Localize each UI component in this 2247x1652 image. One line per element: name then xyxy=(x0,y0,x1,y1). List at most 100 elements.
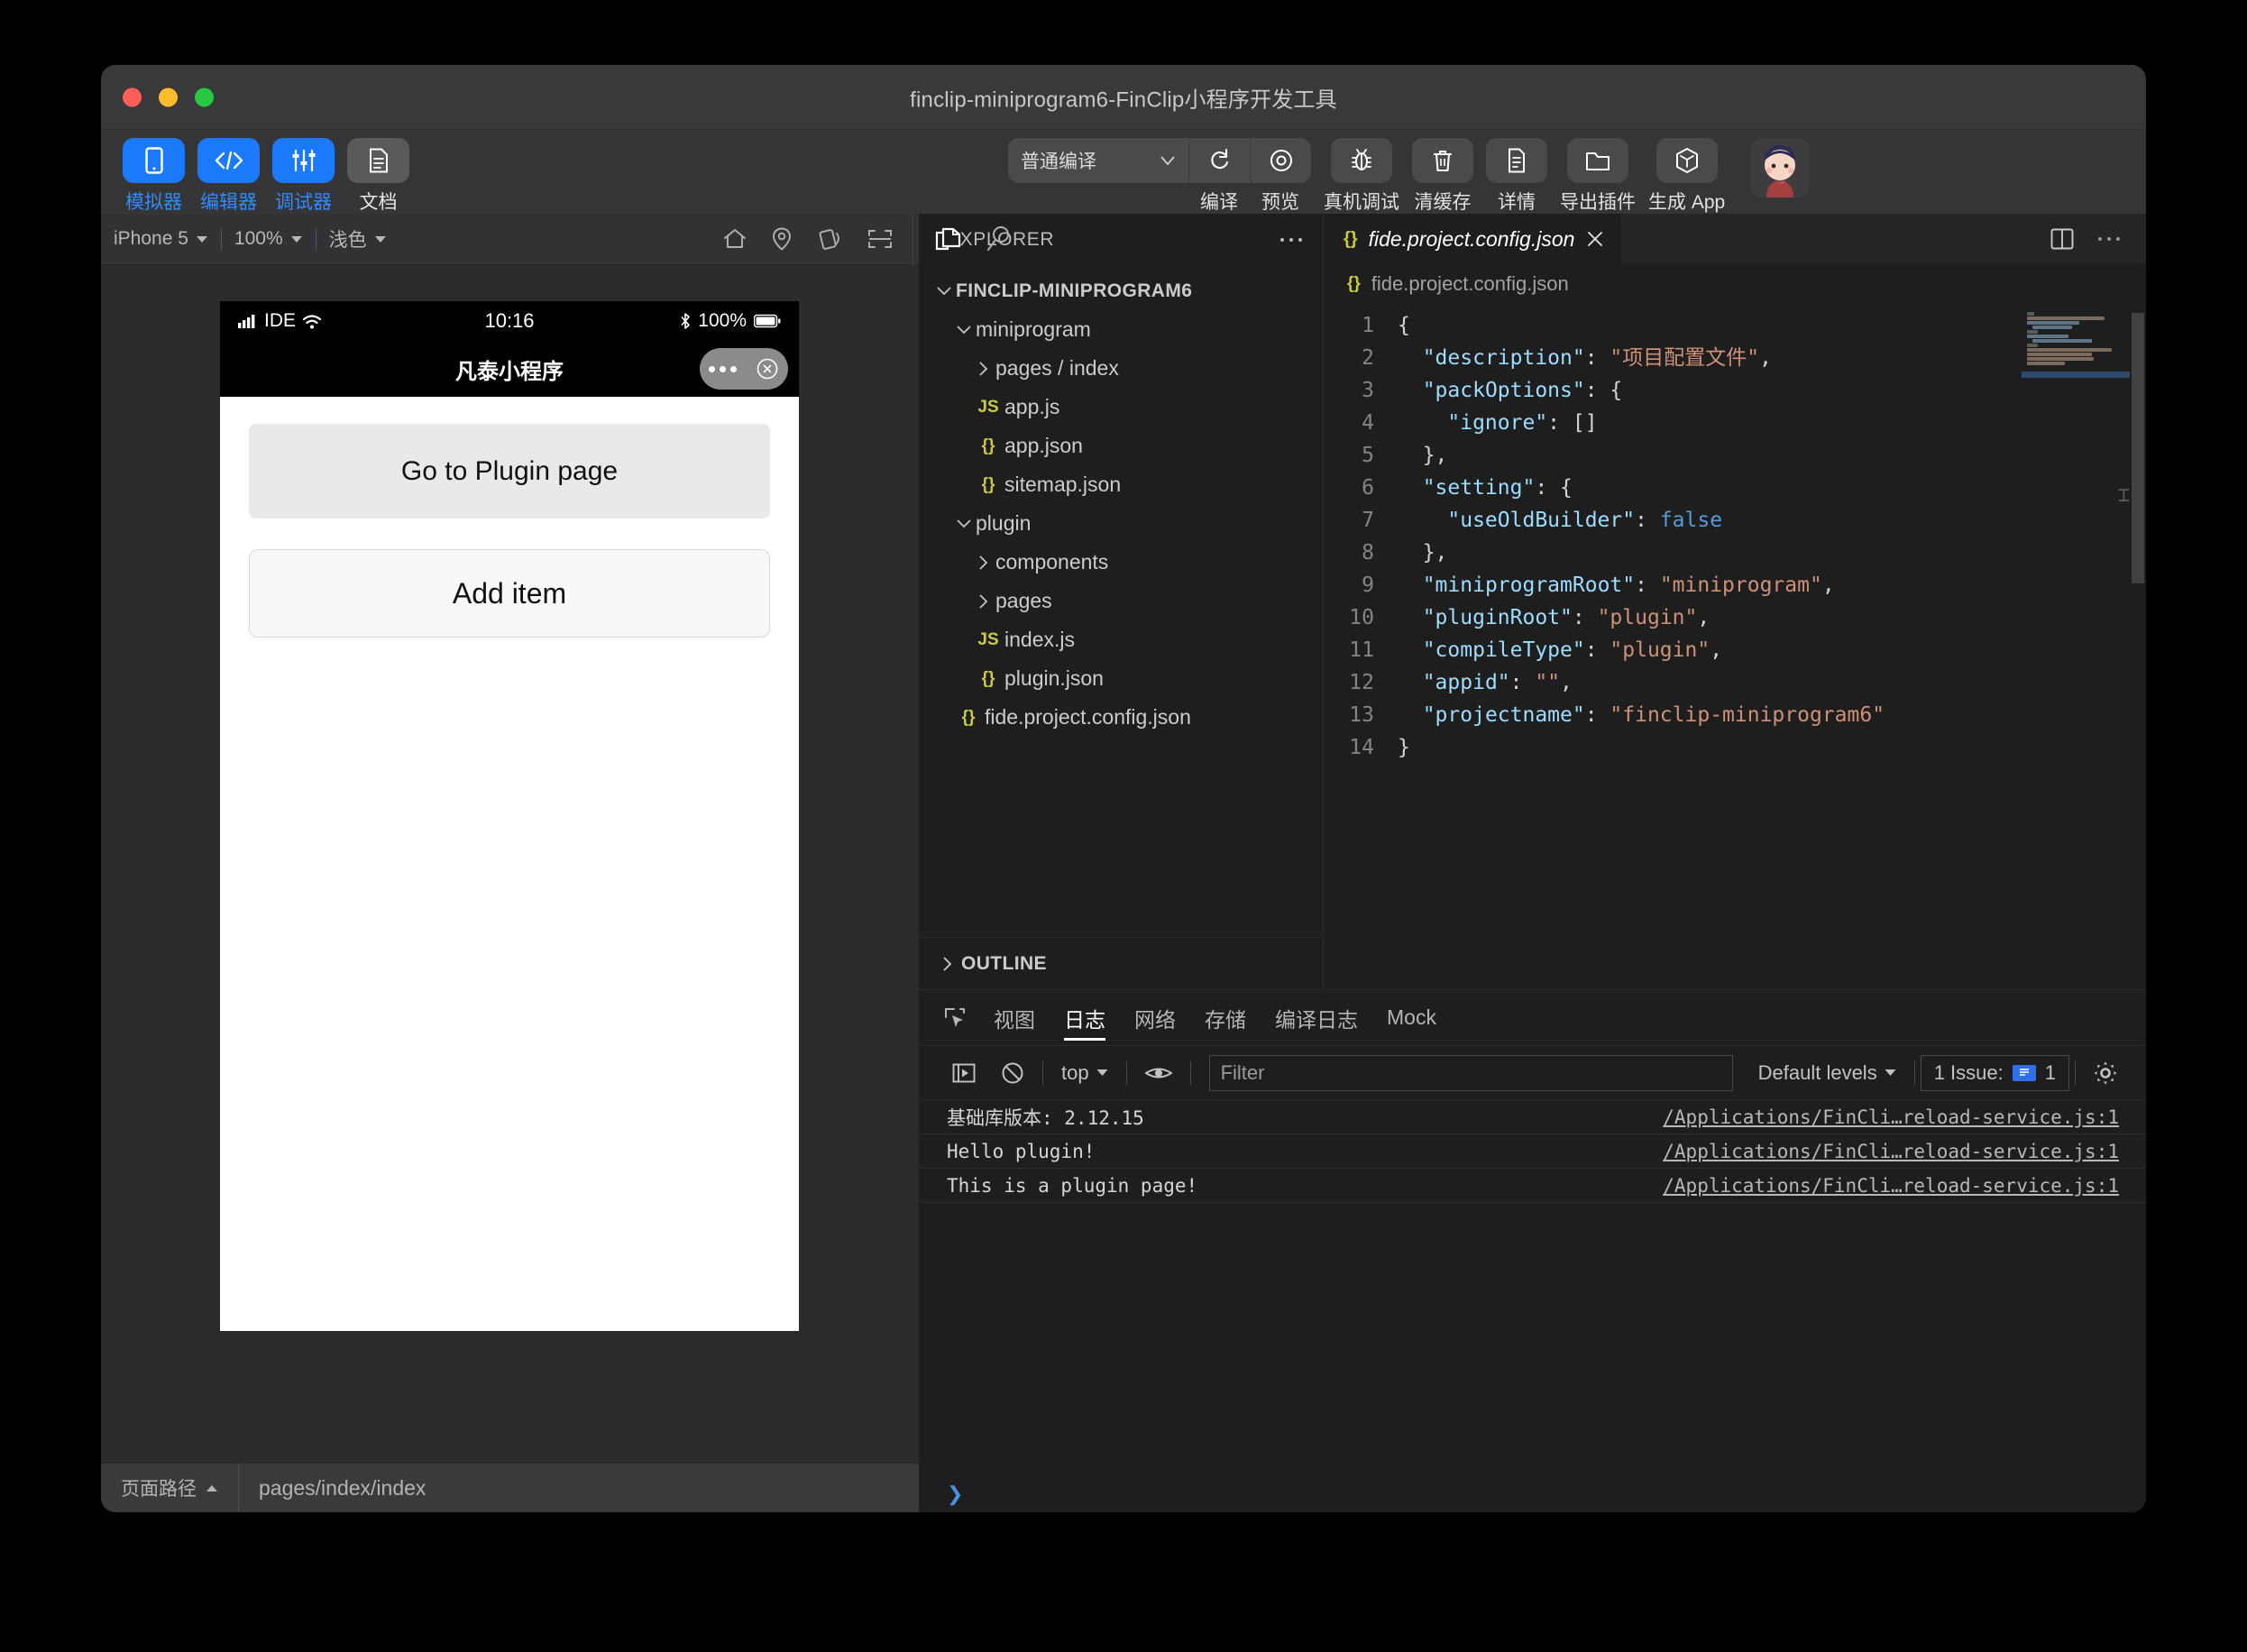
tab-network[interactable]: 网络 xyxy=(1120,990,1190,1046)
tree-item-components[interactable]: components xyxy=(920,543,1323,582)
tab-compile-log[interactable]: 编译日志 xyxy=(1261,990,1372,1046)
mini-program-capsule[interactable] xyxy=(700,348,788,390)
tab-storage-label: 存储 xyxy=(1205,1007,1246,1032)
app-window: finclip-miniprogram6-FinClip小程序开发工具 模拟器 … xyxy=(101,65,2146,1512)
issues-button[interactable]: 1 Issue: 1 xyxy=(1920,1054,2069,1091)
rotate-icon[interactable] xyxy=(817,227,842,251)
close-icon[interactable] xyxy=(1585,229,1605,249)
bug-icon xyxy=(1331,138,1392,183)
search-icon[interactable] xyxy=(986,225,1011,252)
line-number: 1 xyxy=(1362,314,1374,337)
more-icon[interactable] xyxy=(1279,236,1303,243)
export-plugin-action[interactable]: 导出插件 xyxy=(1560,138,1636,215)
line-number: 3 xyxy=(1362,379,1374,402)
tab-log[interactable]: 日志 xyxy=(1050,990,1120,1046)
console-prompt[interactable]: ❯ xyxy=(920,1476,2146,1512)
more-icon[interactable] xyxy=(2097,235,2121,243)
device-select[interactable]: iPhone 5 xyxy=(101,228,221,250)
console-context-select[interactable]: top xyxy=(1049,1061,1121,1085)
json-file-icon: {} xyxy=(1347,274,1361,293)
editor-scrollbar[interactable] xyxy=(2130,304,2146,989)
chevron-up-icon xyxy=(206,1484,217,1491)
avatar-wrap[interactable] xyxy=(1750,138,1811,197)
go-to-plugin-page-button[interactable]: Go to Plugin page xyxy=(249,424,770,519)
tree-item-fide-project-config-json[interactable]: {} fide.project.config.json xyxy=(920,698,1323,737)
log-levels-select[interactable]: Default levels xyxy=(1746,1061,1909,1085)
console-log-source-link[interactable]: /Applications/FinCli…reload-service.js:1 xyxy=(1663,1175,2119,1197)
mode-debugger-label: 调试器 xyxy=(275,192,332,213)
mode-editor[interactable]: 编辑器 xyxy=(197,138,260,215)
console-log-message: 基础库版本: 2.12.15 xyxy=(947,1106,1144,1129)
line-content: "compileType": "plugin", xyxy=(1422,638,1723,662)
live-expression-icon[interactable] xyxy=(1133,1064,1185,1082)
console-log-message: This is a plugin page! xyxy=(947,1174,1198,1197)
location-icon[interactable] xyxy=(772,227,792,251)
console-log-source-link[interactable]: /Applications/FinCli…reload-service.js:1 xyxy=(1663,1141,2119,1162)
copy-icon[interactable] xyxy=(935,225,962,252)
gear-icon[interactable] xyxy=(2081,1061,2130,1085)
compile-type-select[interactable]: 普通编译 xyxy=(1008,138,1188,183)
line-number: 6 xyxy=(1362,476,1374,500)
mode-simulator[interactable]: 模拟器 xyxy=(123,138,185,215)
code-area[interactable]: 1 {2 "description": "项目配置文件", 3 "packOptio… xyxy=(1324,304,2146,989)
line-number: 9 xyxy=(1362,574,1374,597)
page-path-value: pages/index/index xyxy=(259,1475,426,1500)
explorer-panel: EXPLORER FINCLIP-MINIPROGRAM6 miniprogra… xyxy=(920,214,1324,989)
editor-minimap[interactable] xyxy=(2022,311,2130,381)
line-content: "projectname": "finclip-miniprogram6" xyxy=(1422,703,1885,727)
zoom-select-value: 100% xyxy=(234,228,283,249)
generate-app-action[interactable]: 生成 App xyxy=(1648,138,1725,215)
tree-item-app-js[interactable]: JS app.js xyxy=(920,388,1323,427)
tree-item-pages-index[interactable]: pages / index xyxy=(920,349,1323,388)
tab-fide-project-config-json[interactable]: {} fide.project.config.json xyxy=(1324,214,1622,264)
zoom-select[interactable]: 100% xyxy=(222,228,316,250)
js-file-icon: JS xyxy=(977,629,999,649)
tree-item-plugin-json[interactable]: {} plugin.json xyxy=(920,659,1323,698)
tree-item-sitemap-json[interactable]: {} sitemap.json xyxy=(920,465,1323,504)
line-number: 14 xyxy=(1349,736,1374,759)
tab-mock[interactable]: Mock xyxy=(1372,990,1451,1046)
tree-item-label: FINCLIP-MINIPROGRAM6 xyxy=(956,280,1193,301)
sliders-icon xyxy=(272,138,335,183)
scan-icon[interactable] xyxy=(867,228,893,250)
tree-item-plugin[interactable]: plugin xyxy=(920,504,1323,543)
editor-scrollbar-thumb[interactable] xyxy=(2132,313,2144,583)
add-item-button[interactable]: Add item xyxy=(249,549,770,638)
home-icon[interactable] xyxy=(723,228,747,250)
export-plugin-label: 导出插件 xyxy=(1560,192,1636,213)
tree-item-index-js[interactable]: JS index.js xyxy=(920,620,1323,659)
more-icon[interactable] xyxy=(709,365,738,372)
outline-section[interactable]: OUTLINE xyxy=(920,937,1323,989)
line-content: "miniprogramRoot": "miniprogram", xyxy=(1422,574,1835,597)
tab-storage[interactable]: 存储 xyxy=(1190,990,1261,1046)
preview-action[interactable]: 预览 xyxy=(1250,138,1311,215)
line-content: "description": "项目配置文件", xyxy=(1422,346,1772,370)
divider xyxy=(1189,1060,1191,1085)
trash-icon xyxy=(1412,138,1473,183)
editor-overview-ruler: ⌶ xyxy=(2117,484,2130,507)
editor-panel: {} fide.project.config.json {} fide.proj… xyxy=(1324,214,2146,989)
mode-docs[interactable]: 文档 xyxy=(347,138,409,215)
inspect-element-icon[interactable] xyxy=(943,1006,979,1030)
console-log-source-link[interactable]: /Applications/FinCli…reload-service.js:1 xyxy=(1663,1106,2119,1128)
tree-item-app-json[interactable]: {} app.json xyxy=(920,427,1323,465)
bluetooth-icon xyxy=(681,313,691,329)
filter-input[interactable]: Filter xyxy=(1208,1054,1733,1091)
tab-view[interactable]: 视图 xyxy=(979,990,1050,1046)
compile-action[interactable]: 编译 xyxy=(1188,138,1250,215)
real-device-debug-action[interactable]: 真机调试 xyxy=(1324,138,1399,215)
details-action[interactable]: 详情 xyxy=(1486,138,1547,215)
tree-item-finclip-miniprogram6[interactable]: FINCLIP-MINIPROGRAM6 xyxy=(920,271,1323,310)
mode-debugger[interactable]: 调试器 xyxy=(272,138,335,215)
phone-status-right: 100% xyxy=(680,310,781,332)
page-path-label-toggle[interactable]: 页面路径 xyxy=(101,1464,239,1512)
clear-console-icon[interactable] xyxy=(988,1061,1037,1085)
tree-item-pages[interactable]: pages xyxy=(920,582,1323,620)
clear-cache-action[interactable]: 清缓存 xyxy=(1412,138,1473,215)
breadcrumb[interactable]: {} fide.project.config.json xyxy=(1324,264,2146,304)
phone-nav-title: 凡泰小程序 xyxy=(455,359,564,384)
tree-item-miniprogram[interactable]: miniprogram xyxy=(920,310,1323,349)
theme-select[interactable]: 浅色 xyxy=(316,225,399,252)
show-console-sidebar-icon[interactable] xyxy=(940,1062,988,1084)
split-editor-icon[interactable] xyxy=(2050,227,2074,251)
